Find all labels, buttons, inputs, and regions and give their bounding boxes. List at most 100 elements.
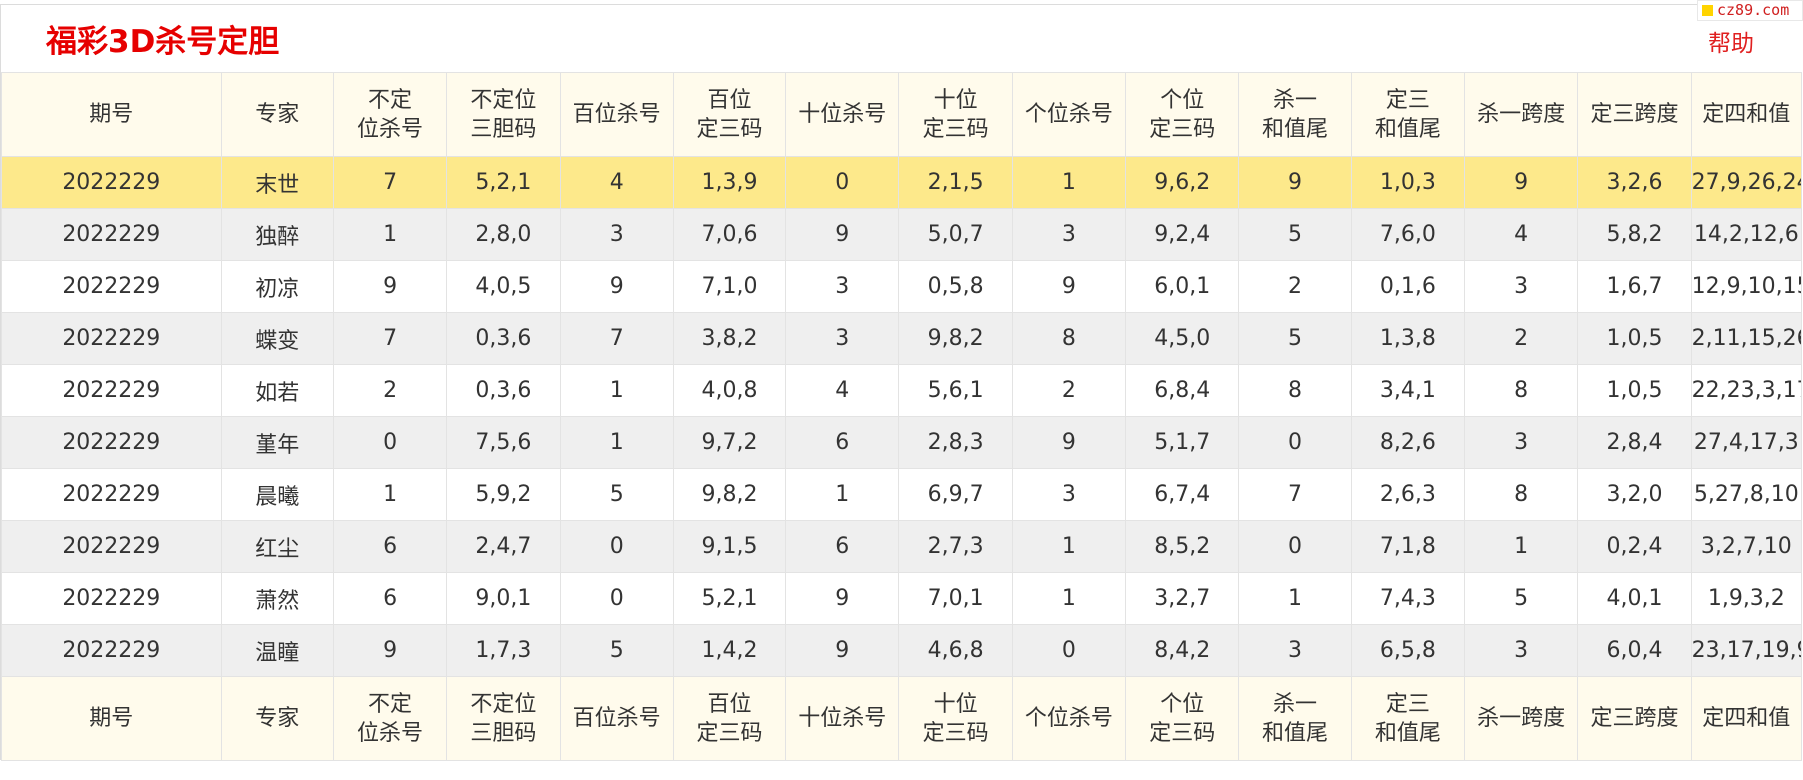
cell-three-sum-tail: 0,1,6 (1350, 260, 1466, 313)
header-label: 和值尾 (1262, 720, 1329, 746)
cell-four-sum: 3,2,7,10 (1690, 520, 1803, 573)
watermark-text: cz89.com (1717, 1, 1790, 19)
cell-kill-span: 3 (1463, 260, 1579, 313)
cell-tens-three: 6,9,7 (898, 468, 1013, 521)
cell-three-span: 0,2,4 (1577, 520, 1692, 573)
cell-period: 2022229 (1, 364, 222, 417)
cell-four-sum: 12,9,10,15 (1690, 260, 1803, 313)
table-row: 2022229 如若 2 0,3,6 1 4,0,8 4 5,6,1 2 6,8,4 8 3,4,1 8… (1, 364, 1803, 417)
cell-kill-sum-tail: 1 (1238, 572, 1352, 625)
header-label: 十位杀号 (798, 102, 887, 127)
table-header-units-three: 个位 定三码 (1125, 72, 1240, 157)
cell-hundreds-three: 7,0,6 (672, 208, 787, 261)
cell-expert: 初凉 (220, 260, 334, 313)
header-label: 定三码 (696, 116, 763, 142)
cell-period: 2022229 (1, 156, 222, 209)
cell-three-span: 4,0,1 (1577, 572, 1692, 625)
header-label: 位杀号 (357, 720, 424, 746)
cell-tens-three: 7,0,1 (898, 572, 1013, 625)
cell-unfixed-three: 9,0,1 (446, 572, 561, 625)
cell-three-sum-tail: 6,5,8 (1350, 624, 1466, 677)
cell-units-three: 8,4,2 (1125, 624, 1240, 677)
cell-unfixed-kill: 9 (332, 624, 448, 677)
cell-kill-span: 3 (1463, 624, 1579, 677)
table-row: 2022229 独醉 1 2,8,0 3 7,0,6 9 5,0,7 3 9,2,4 5 7,6,0 4… (1, 208, 1803, 261)
watermark-logo-icon (1702, 5, 1713, 16)
cell-unfixed-three: 7,5,6 (446, 416, 561, 469)
cell-kill-sum-tail: 8 (1238, 364, 1352, 417)
cell-kill-sum-tail: 9 (1238, 156, 1352, 209)
cell-unfixed-kill: 0 (332, 416, 448, 469)
cell-hundreds-kill: 5 (559, 468, 674, 521)
cell-three-sum-tail: 7,1,8 (1350, 520, 1466, 573)
cell-units-three: 8,5,2 (1125, 520, 1240, 573)
header-label: 不定 (368, 691, 413, 717)
cell-hundreds-kill: 4 (559, 156, 674, 209)
header-label: 定三码 (696, 720, 763, 746)
cell-units-kill: 1 (1011, 572, 1127, 625)
header-label: 三胆码 (470, 720, 537, 746)
cell-unfixed-kill: 2 (332, 364, 448, 417)
cell-period: 2022229 (1, 520, 222, 573)
table-row: 2022229 萧然 6 9,0,1 0 5,2,1 9 7,0,1 1 3,2,7 1 7,4,3 5… (1, 572, 1803, 625)
table-footer-row: 期号 专家 不定 位杀号 不定位 三胆码 百位杀号 百位 定三码 十位杀号 十位 定三码 个位杀号 个位定… (1, 676, 1803, 761)
cell-units-kill: 2 (1011, 364, 1127, 417)
header-label: 专家 (255, 706, 300, 731)
cell-expert: 红尘 (220, 520, 334, 573)
cell-three-span: 3,2,0 (1577, 468, 1692, 521)
cell-hundreds-kill: 9 (559, 260, 674, 313)
header-label: 个位 (1160, 87, 1205, 113)
cell-four-sum: 22,23,3,17 (1690, 364, 1803, 417)
cell-units-three: 9,6,2 (1125, 156, 1240, 209)
header-label: 个位 (1160, 691, 1205, 717)
table-header-kill-span: 杀一跨度 (1463, 72, 1579, 157)
header-label: 定三 (1385, 87, 1430, 113)
table-row: 2022229 初凉 9 4,0,5 9 7,1,0 3 0,5,8 9 6,0,1 2 0,1,6 3… (1, 260, 1803, 313)
table-footer-kill-sum-tail: 杀一 和值尾 (1238, 676, 1352, 761)
header-label: 定三码 (1149, 720, 1216, 746)
header-label: 个位杀号 (1024, 706, 1113, 731)
cell-hundreds-kill: 7 (559, 312, 674, 365)
cell-kill-span: 4 (1463, 208, 1579, 261)
cell-three-span: 2,8,4 (1577, 416, 1692, 469)
table-row: 2022229 蝶变 7 0,3,6 7 3,8,2 3 9,8,2 8 4,5,0 5 1,3,8 2… (1, 312, 1803, 365)
cell-unfixed-three: 1,7,3 (446, 624, 561, 677)
cell-tens-kill: 9 (785, 624, 900, 677)
cell-units-kill: 0 (1011, 624, 1127, 677)
header-label: 杀一跨度 (1477, 102, 1566, 127)
cell-three-sum-tail: 1,0,3 (1350, 156, 1466, 209)
table-header-four-sum: 定四和值 (1690, 72, 1803, 157)
cell-unfixed-three: 0,3,6 (446, 312, 561, 365)
cell-units-kill: 1 (1011, 520, 1127, 573)
cell-four-sum: 27,4,17,3 (1690, 416, 1803, 469)
cell-tens-kill: 9 (785, 208, 900, 261)
cell-unfixed-three: 5,9,2 (446, 468, 561, 521)
cell-tens-three: 9,8,2 (898, 312, 1013, 365)
table-footer-period: 期号 (1, 676, 222, 761)
cell-unfixed-three: 2,8,0 (446, 208, 561, 261)
table-header-unfixed-three: 不定位 三胆码 (446, 72, 561, 157)
cell-unfixed-kill: 6 (332, 572, 448, 625)
table-footer-expert: 专家 (220, 676, 334, 761)
cell-hundreds-three: 9,7,2 (672, 416, 787, 469)
cell-kill-span: 5 (1463, 572, 1579, 625)
table-header-three-sum-tail: 定三 和值尾 (1350, 72, 1466, 157)
cell-kill-span: 2 (1463, 312, 1579, 365)
cell-kill-span: 8 (1463, 364, 1579, 417)
cell-tens-three: 4,6,8 (898, 624, 1013, 677)
table-footer-unfixed-three: 不定位 三胆码 (446, 676, 561, 761)
cell-kill-sum-tail: 3 (1238, 624, 1352, 677)
cell-three-span: 6,0,4 (1577, 624, 1692, 677)
cell-unfixed-kill: 1 (332, 208, 448, 261)
table-footer-tens-kill: 十位杀号 (785, 676, 900, 761)
site-watermark: cz89.com (1697, 0, 1803, 21)
cell-units-kill: 8 (1011, 312, 1127, 365)
cell-hundreds-three: 1,4,2 (672, 624, 787, 677)
cell-hundreds-kill: 0 (559, 520, 674, 573)
help-link[interactable]: 帮助 (1708, 24, 1754, 58)
cell-kill-span: 1 (1463, 520, 1579, 573)
cell-three-span: 1,0,5 (1577, 312, 1692, 365)
cell-tens-kill: 3 (785, 260, 900, 313)
cell-units-kill: 3 (1011, 468, 1127, 521)
cell-expert: 萧然 (220, 572, 334, 625)
